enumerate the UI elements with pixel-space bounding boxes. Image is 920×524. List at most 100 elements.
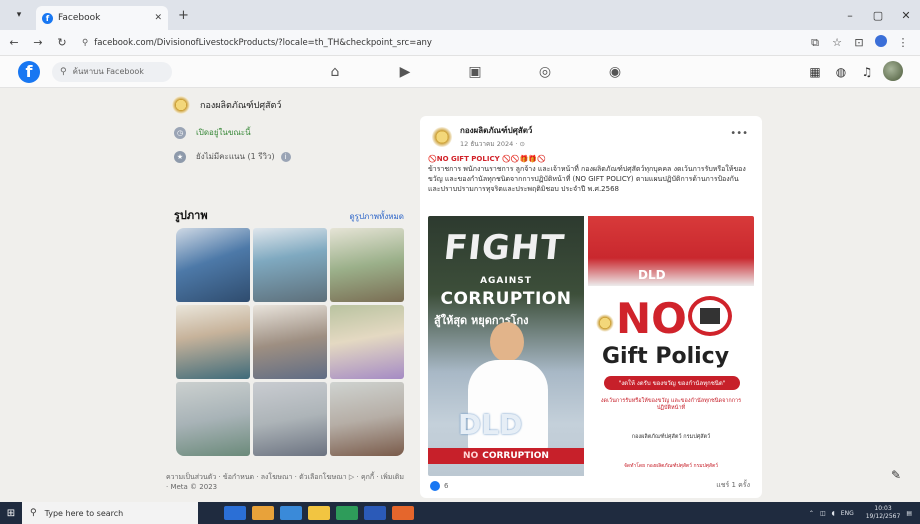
shares-count[interactable]: แชร์ 1 ครั้ง [716,480,750,491]
poster-fine-print-red: งดเว้นการรับหรือให้ของขวัญ และของกำนัลทุ… [600,398,742,411]
network-icon[interactable]: ◫ [820,510,826,517]
post-reactions-bar: 6 แชร์ 1 ครั้ง [430,480,750,491]
screen: ▾ f Facebook ✕ + – ▢ ✕ ← → ↻ ⚲ facebook.c… [0,0,920,524]
footer-links[interactable]: ความเป็นส่วนตัว · ข้อกำหนด · ลงโฆษณา · ต… [166,472,406,492]
photos-title: รูปภาพ [174,209,208,222]
fight-corruption-poster: FIGHT AGAINST CORRUPTION สู้ให้สุด หยุดก… [428,216,584,476]
post-card: กองผลิตภัณฑ์ปศุสัตว์ 12 ธันวาคม 2024 · ⊙… [420,116,762,498]
browser-toolbar-right: ⧉ ☆ ⊡ ⋮ [804,35,914,50]
post-text: 🚫NO GIFT POLICY 🚫🚫🎁🎁🚫 ข้าราชการ พนักงานร… [428,154,748,194]
search-placeholder: ค้นหาบน Facebook [72,67,144,76]
photo-thumbnail[interactable] [176,228,250,302]
page-name[interactable]: กองผลิตภัณฑ์ปศุสัตว์ [200,98,281,112]
poster-dld-text: DLD [458,408,523,441]
groups-icon[interactable]: ◎ [510,64,580,80]
new-tab-button[interactable]: + [178,8,189,23]
mail-icon[interactable] [280,506,302,520]
page-intro-column: กองผลิตภัณฑ์ปศุสัตว์ ◷ เปิดอยู่ในขณะนี้ … [160,88,412,498]
menu-grid-icon[interactable]: ▦ [802,65,828,79]
reload-icon[interactable]: ↻ [52,36,72,49]
browser-tab[interactable]: f Facebook ✕ [36,6,168,30]
post-image[interactable]: FIGHT AGAINST CORRUPTION สู้ให้สุด หยุดก… [428,216,754,476]
compose-message-icon[interactable]: ✎ [886,468,906,488]
address-bar: ← → ↻ ⚲ facebook.com/DivisionofLivestockP… [0,30,920,56]
home-icon[interactable]: ⌂ [300,64,370,80]
post-more-options-icon[interactable]: ••• [730,128,748,139]
translate-icon[interactable]: ⧉ [804,36,826,50]
poster-no-corruption-text: CORRUPTION [482,451,549,461]
language-indicator[interactable]: ENG [841,510,854,517]
word-icon[interactable] [364,506,386,520]
tab-close-icon[interactable]: ✕ [154,13,162,23]
like-icon [430,480,440,491]
facebook-main-nav: ⌂ ▶ ▣ ◎ ◉ [300,56,650,88]
clock-icon: ◷ [174,126,186,139]
maximize-button[interactable]: ▢ [864,9,892,22]
photo-thumbnail[interactable] [253,305,327,379]
messenger-icon[interactable]: ◍ [828,65,854,79]
tray-chevron-icon[interactable]: ⌃ [809,510,814,517]
forward-icon[interactable]: → [28,36,48,49]
clock-time: 10:03 [874,505,892,512]
poster-fight-text: FIGHT [441,228,567,268]
poster-corruption-text: CORRUPTION [440,289,572,309]
taskbar-search-input[interactable]: ⚲ Type here to search [22,502,198,524]
poster-slogan-pill: "งดให้ งดรับ ของขวัญ ของกำนัลทุกชนิด" [604,376,740,390]
url-field[interactable]: ⚲ facebook.com/DivisionofLivestockProduct… [82,38,804,48]
browser-menu-icon[interactable]: ⋮ [892,36,914,49]
gaming-icon[interactable]: ◉ [580,64,650,80]
system-tray: ⌃ ◫ ◖ ENG 10:03 19/12/2567 ▤ [803,502,912,524]
browser-app-icon[interactable] [392,506,414,520]
photo-thumbnail[interactable] [253,228,327,302]
post-date[interactable]: 12 ธันวาคม 2024 · ⊙ [460,139,532,149]
facebook-header: f ⚲ ค้นหาบน Facebook ⌂ ▶ ▣ ◎ ◉ ▦ ◍ ♫ [0,56,920,88]
poster-no-prefix: NO [463,451,479,461]
photo-thumbnail[interactable] [176,382,250,456]
post-author[interactable]: กองผลิตภัณฑ์ปศุสัตว์ [460,124,532,137]
page-logo[interactable] [172,96,190,114]
extensions-icon[interactable]: ⊡ [848,36,870,49]
photo-thumbnail[interactable] [176,305,250,379]
marketplace-icon[interactable]: ▣ [440,64,510,80]
browser-tab-strip: ▾ f Facebook ✕ + – ▢ ✕ [0,0,920,30]
see-all-photos-link[interactable]: ดูรูปภาพทั้งหมด [349,210,404,223]
taskbar-search-placeholder: Type here to search [44,508,124,518]
post-author-avatar[interactable] [432,126,452,147]
chrome-icon[interactable] [252,506,274,520]
page-name-row: กองผลิตภัณฑ์ปศุสัตว์ [172,96,412,114]
facebook-logo-icon[interactable]: f [18,60,40,83]
poster-fine-print-dark: กองผลิตภัณฑ์ปศุสัตว์ กรมปศุสัตว์ [631,434,711,440]
minimize-button[interactable]: – [836,9,864,22]
taskbar-apps [224,506,420,520]
info-icon[interactable]: i [280,151,291,162]
poster-dld-small-text: DLD [638,268,666,282]
tab-search-icon[interactable]: ▾ [8,4,30,26]
search-icon: ⚲ [60,66,67,77]
notifications-icon[interactable]: ♫ [854,65,880,79]
volume-icon[interactable]: ◖ [832,510,835,517]
facebook-search-input[interactable]: ⚲ ค้นหาบน Facebook [52,61,172,82]
close-window-button[interactable]: ✕ [892,9,920,22]
open-status-row: ◷ เปิดอยู่ในขณะนี้ [174,126,251,139]
photo-thumbnail[interactable] [330,228,404,302]
post-header: กองผลิตภัณฑ์ปศุสัตว์ 12 ธันวาคม 2024 · ⊙ [432,124,532,149]
windows-start-icon[interactable]: ⊞ [0,508,22,519]
task-view-icon[interactable] [224,506,246,520]
photos-header: รูปภาพ ดูรูปภาพทั้งหมด [174,206,404,224]
account-avatar[interactable] [880,60,906,84]
file-explorer-icon[interactable] [308,506,330,520]
clock[interactable]: 10:03 19/12/2567 [860,505,901,521]
photo-grid [176,228,404,456]
reactions-count[interactable]: 6 [430,480,448,491]
back-icon[interactable]: ← [4,36,24,49]
video-icon[interactable]: ▶ [370,64,440,80]
bookmark-star-icon[interactable]: ☆ [826,36,848,49]
profile-icon[interactable] [870,35,892,50]
photo-thumbnail[interactable] [253,382,327,456]
site-info-icon[interactable]: ⚲ [82,38,88,48]
photo-thumbnail[interactable] [330,305,404,379]
window-controls: – ▢ ✕ [836,0,920,30]
notification-center-icon[interactable]: ▤ [906,510,912,517]
excel-icon[interactable] [336,506,358,520]
photo-thumbnail[interactable] [330,382,404,456]
